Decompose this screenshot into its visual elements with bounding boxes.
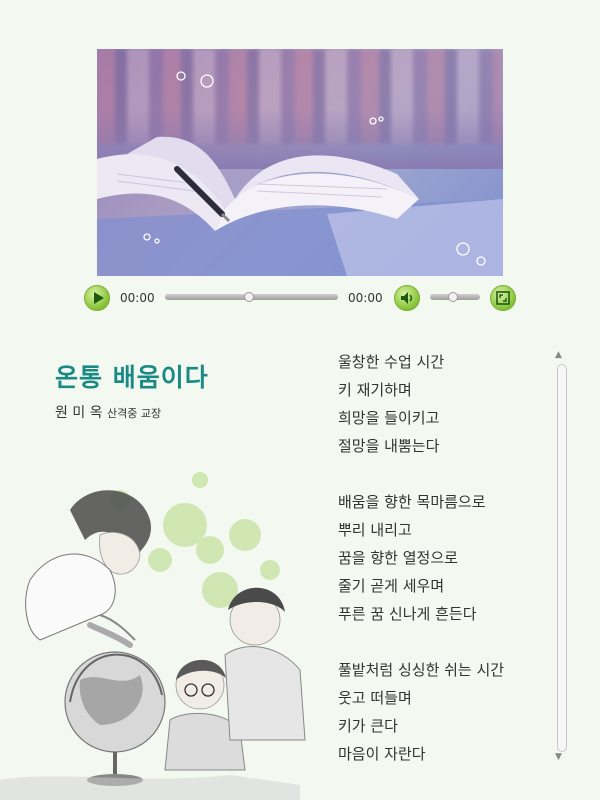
- video-frame[interactable]: [97, 49, 503, 276]
- poem-line: 웃고 떠들며: [338, 689, 412, 707]
- poem-line: 키가 큰다: [338, 717, 398, 735]
- poem-line: 마음이 자란다: [338, 745, 426, 763]
- stanza-break: [338, 460, 538, 488]
- scroll-track[interactable]: [557, 364, 567, 752]
- progress-slider[interactable]: [165, 292, 338, 302]
- play-icon: [94, 292, 104, 304]
- open-book-image: [97, 71, 503, 276]
- teacher-student-illustration: [0, 472, 306, 800]
- poem-line: 푸른 꿈 신나게 흔든다: [338, 605, 477, 623]
- poem-line: 절망을 내뿜는다: [338, 437, 440, 455]
- author-role: 산격중 교장: [107, 407, 162, 420]
- poem-line: 줄기 곧게 세우며: [338, 577, 445, 595]
- poem-line: 꿈을 향한 열정으로: [338, 549, 458, 567]
- poem-line: 풀밭처럼 싱싱한 쉬는 시간: [338, 661, 505, 679]
- poem-line: 배움을 향한 목마름으로: [338, 493, 486, 511]
- author-name: 원 미 옥: [55, 405, 103, 421]
- poem-scrollbar[interactable]: ▲ ▼: [553, 350, 569, 764]
- poem-body: 울창한 수업 시간키 재기하며희망을 들이키고절망을 내뿜는다배움을 향한 목마…: [338, 348, 538, 768]
- volume-knob[interactable]: [448, 292, 458, 302]
- poem-line: 키 재기하며: [338, 381, 412, 399]
- scroll-down-icon[interactable]: ▼: [555, 752, 562, 762]
- poem-author: 원 미 옥 산격중 교장: [55, 402, 161, 422]
- player-controls: 00:00 00:00: [80, 284, 520, 312]
- stanza-break: [338, 628, 538, 656]
- poem-line: 희망을 들이키고: [338, 409, 440, 427]
- scroll-up-icon[interactable]: ▲: [555, 350, 562, 360]
- fullscreen-button[interactable]: [490, 285, 516, 311]
- duration-time: 00:00: [348, 291, 383, 305]
- poem-title: 온통 배움이다: [55, 363, 209, 392]
- poem-line: 뿌리 내리고: [338, 521, 412, 539]
- play-button[interactable]: [84, 285, 110, 311]
- volume-slider[interactable]: [430, 292, 480, 302]
- fullscreen-icon: [496, 291, 510, 305]
- poem-line: 울창한 수업 시간: [338, 353, 445, 371]
- current-time: 00:00: [120, 291, 155, 305]
- mute-button[interactable]: [394, 285, 420, 311]
- speaker-icon: [401, 292, 413, 304]
- progress-marker[interactable]: [244, 292, 254, 302]
